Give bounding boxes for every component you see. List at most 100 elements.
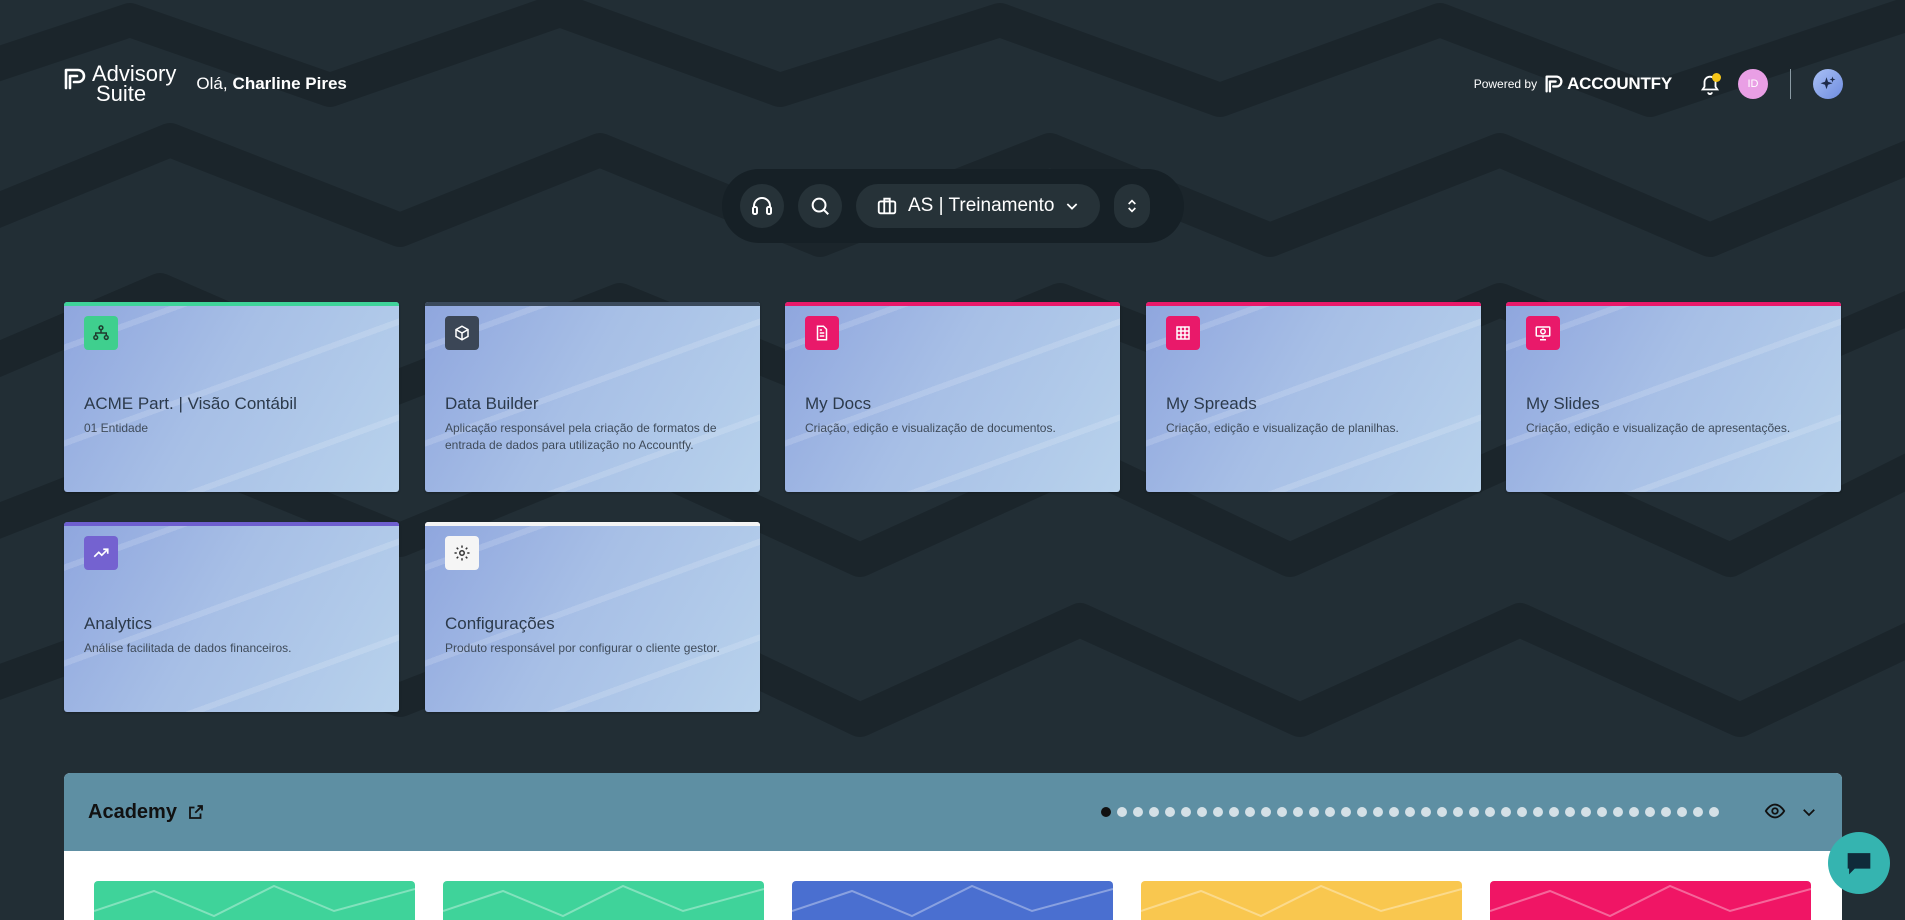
carousel-dot[interactable] [1501,807,1511,817]
eye-icon [1764,803,1786,819]
search-button[interactable] [798,184,842,228]
card-my-spreads[interactable]: My Spreads Criação, edição e visualizaçã… [1146,302,1481,492]
carousel-dot[interactable] [1213,807,1223,817]
card-accent-bar [425,302,760,306]
carousel-dot[interactable] [1149,807,1159,817]
carousel-dot[interactable] [1629,807,1639,817]
carousel-dot[interactable] [1357,807,1367,817]
carousel-dot[interactable] [1709,807,1719,817]
briefcase-icon [877,197,897,215]
carousel-dot[interactable] [1405,807,1415,817]
carousel-dot[interactable] [1517,807,1527,817]
card-accent-bar [425,522,760,526]
card-icon-box [445,536,479,570]
card-my-docs[interactable]: My Docs Criação, edição e visualização d… [785,302,1120,492]
app-logo[interactable]: Advisory Suite [64,63,176,105]
carousel-dots [1101,807,1719,817]
carousel-dot[interactable] [1277,807,1287,817]
carousel-dot[interactable] [1581,807,1591,817]
carousel-dot[interactable] [1645,807,1655,817]
chat-bubble-icon [1847,853,1871,875]
card-title: Analytics [84,614,153,633]
cube-icon [455,325,469,341]
carousel-dot[interactable] [1293,807,1303,817]
academy-thumbnail[interactable] [1141,881,1462,920]
carousel-dot[interactable] [1341,807,1351,817]
top-header: Advisory Suite Olá, Charline Pires Power… [64,62,1843,106]
carousel-dot[interactable] [1325,807,1335,817]
carousel-dot[interactable] [1565,807,1575,817]
carousel-dot[interactable] [1453,807,1463,817]
carousel-dot[interactable] [1437,807,1447,817]
carousel-dot[interactable] [1165,807,1175,817]
carousel-dot[interactable] [1533,807,1543,817]
carousel-dot[interactable] [1197,807,1207,817]
header-divider [1790,69,1791,99]
grid-icon [1176,326,1190,340]
card-description: Criação, edição e visualização de planil… [1166,421,1399,435]
ai-assistant-button[interactable] [1813,69,1843,99]
card-accent-bar [64,522,399,526]
org-chart-icon [93,325,109,341]
search-icon [811,197,829,215]
carousel-dot[interactable] [1101,807,1111,817]
central-toolbar: AS | Treinamento [722,169,1184,243]
carousel-dot[interactable] [1549,807,1559,817]
carousel-dot[interactable] [1309,807,1319,817]
card-icon-box [445,316,479,350]
academy-thumbnail[interactable] [94,881,415,920]
card-configuracoes[interactable]: Configurações Produto responsável por co… [425,522,760,712]
accountfy-brand: ACCOUNTFY [1545,74,1672,94]
carousel-dot[interactable] [1469,807,1479,817]
sparkles-icon [1820,76,1836,90]
carousel-dot[interactable] [1421,807,1431,817]
user-avatar[interactable]: ID [1738,69,1768,99]
carousel-dot[interactable] [1597,807,1607,817]
carousel-dot[interactable] [1389,807,1399,817]
academy-thumbnail[interactable] [1490,881,1811,920]
carousel-dot[interactable] [1485,807,1495,817]
toggle-visibility-button[interactable] [1764,800,1786,827]
workspace-selector[interactable]: AS | Treinamento [856,184,1101,228]
card-accent-bar [1506,302,1841,306]
external-link-icon [189,805,203,819]
card-description: 01 Entidade [84,421,149,435]
user-name: Charline Pires [232,74,347,93]
academy-header: Academy [64,773,1842,851]
card-my-slides[interactable]: My Slides Criação, edição e visualização… [1506,302,1841,492]
card-title: Data Builder [445,394,539,413]
carousel-dot[interactable] [1229,807,1239,817]
card-acme-visao-contabil[interactable]: ACME Part. | Visão Contábil 01 Entidade [64,302,399,492]
carousel-dot[interactable] [1693,807,1703,817]
academy-thumbnail[interactable] [792,881,1113,920]
academy-title: Academy [88,800,177,823]
support-button[interactable] [740,184,784,228]
workspace-switch-button[interactable] [1114,184,1151,228]
card-analytics[interactable]: Analytics Análise facilitada de dados fi… [64,522,399,712]
carousel-dot[interactable] [1261,807,1271,817]
carousel-dot[interactable] [1677,807,1687,817]
card-data-builder[interactable]: Data Builder Aplicação responsável pela … [425,302,760,492]
carousel-dot[interactable] [1613,807,1623,817]
academy-title-link[interactable]: Academy [88,801,205,824]
collapse-academy-button[interactable] [1800,803,1818,826]
card-icon-box [1526,316,1560,350]
card-description: Criação, edição e visualização de aprese… [1526,421,1791,435]
card-description: Aplicação responsável pela criação de fo… [445,421,717,452]
card-icon-box [84,316,118,350]
notifications-button[interactable] [1696,70,1724,98]
powered-by-label: Powered by [1473,77,1538,91]
carousel-dot[interactable] [1133,807,1143,817]
carousel-dot[interactable] [1117,807,1127,817]
carousel-dot[interactable] [1245,807,1255,817]
document-icon [816,325,828,341]
app-name: Advisory Suite [92,63,176,105]
carousel-dot[interactable] [1181,807,1191,817]
carousel-dot[interactable] [1373,807,1383,817]
chevron-up-down-icon [1128,199,1137,213]
chat-support-button[interactable] [1828,832,1890,894]
carousel-dot[interactable] [1661,807,1671,817]
academy-thumbnails [94,881,1811,920]
gear-icon [454,545,470,561]
academy-thumbnail[interactable] [443,881,764,920]
